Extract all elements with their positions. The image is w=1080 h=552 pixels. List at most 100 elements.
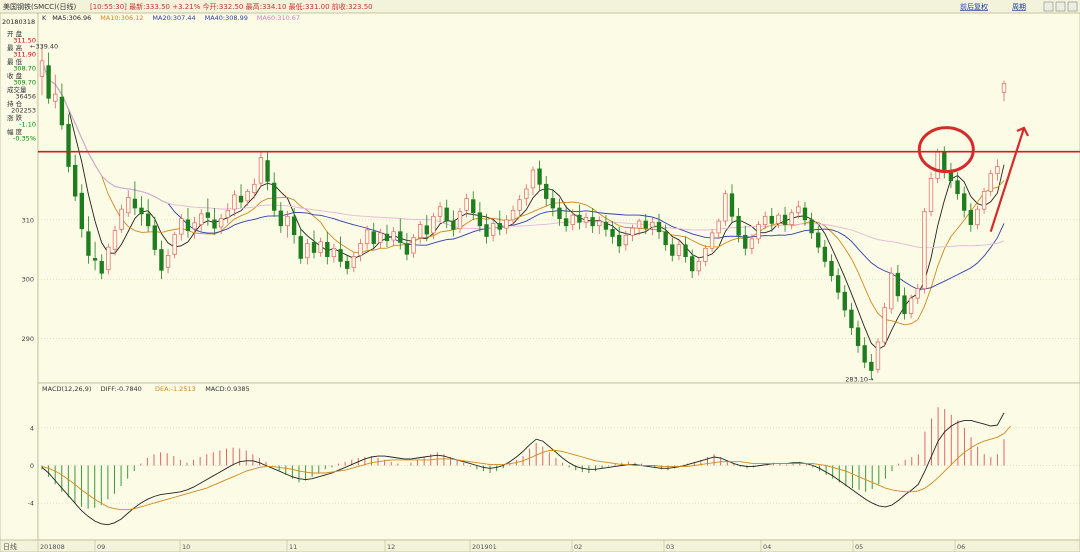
candle-body [842, 291, 847, 311]
candle-body [723, 193, 728, 222]
candle-body [351, 256, 356, 268]
candle-body [981, 191, 987, 210]
candle-body [72, 164, 78, 197]
candle-body [252, 183, 257, 193]
candle-body [285, 215, 290, 227]
candle-body [749, 238, 755, 249]
candle-body [358, 243, 363, 256]
candle-body [59, 96, 65, 126]
candle-body [218, 218, 224, 228]
candle-body [272, 182, 277, 211]
candle-body [232, 194, 237, 210]
candle-body [623, 234, 629, 246]
candle-body [550, 198, 556, 209]
candle-body [948, 172, 954, 182]
candle-body [756, 224, 761, 240]
candle-body [530, 169, 536, 189]
candle-body [417, 224, 423, 239]
candle-body [199, 213, 204, 225]
candle-body [192, 222, 197, 230]
candle-body [942, 151, 947, 173]
candle-body [305, 243, 310, 259]
candle-body [291, 216, 297, 236]
candle-body [318, 241, 323, 253]
ma-legend-item: MA60:310.67 [257, 14, 300, 22]
candle-body [152, 225, 157, 250]
candle-body [968, 210, 974, 225]
candle-body [364, 229, 370, 244]
close-icon[interactable] [1067, 1, 1078, 12]
price-panel [37, 12, 1080, 384]
candle-body [265, 160, 270, 182]
candle-body [729, 193, 735, 217]
y-tick-label: 290 [22, 335, 34, 343]
candle-body [935, 151, 940, 179]
candle-body [225, 210, 230, 218]
candle-body [709, 232, 715, 249]
candle-body [510, 210, 516, 221]
window-buttons: 前后复权 周期 [960, 1, 1078, 12]
candle-body [895, 272, 901, 297]
candle-body [391, 231, 396, 241]
high-label: ←339.40 [30, 42, 58, 50]
candle-body [696, 261, 701, 272]
candle-body [398, 231, 403, 243]
candle-body [822, 246, 828, 262]
candle-body [238, 195, 244, 203]
candle-body [922, 211, 927, 290]
candle-body [835, 275, 841, 293]
candle-body [464, 198, 469, 211]
candle-body [185, 219, 191, 231]
candle-body [311, 242, 317, 253]
candle-body [597, 220, 602, 227]
macd-legend-item: MACD:0.9385 [205, 385, 249, 393]
candle-body [490, 223, 496, 236]
candle-body [762, 215, 768, 225]
quote-line: [10:55:30] 最新:333.50 +3.21% 今开:332.50 最高… [90, 2, 373, 11]
candle-body [278, 210, 284, 227]
candle-body [53, 93, 58, 102]
x-tick-label: 05 [855, 543, 863, 551]
header-link[interactable]: 前后复权 [960, 2, 988, 11]
candle-body [670, 244, 675, 256]
restore-icon[interactable] [1055, 1, 1066, 12]
candle-body [862, 345, 867, 363]
candle-body [145, 213, 151, 227]
header-link[interactable]: 周期 [1012, 3, 1026, 11]
x-tick-label: 201808 [40, 543, 65, 551]
candle-body [524, 188, 529, 199]
ma-legend-item: MA5:306.96 [52, 14, 91, 22]
candle-body [99, 261, 104, 274]
candle-body [928, 177, 934, 212]
candle-body [557, 207, 562, 220]
x-axis-bar [0, 539, 1080, 552]
candle-body [444, 207, 449, 222]
candle-body [902, 295, 907, 314]
candle-body [298, 236, 303, 259]
candle-body [703, 247, 708, 262]
candle-body [384, 233, 390, 241]
x-tick-label: 09 [97, 543, 105, 551]
candle-body [172, 234, 177, 255]
minimize-icon[interactable] [1043, 1, 1054, 12]
macd-legend-item: DEA:-1.2513 [155, 385, 196, 393]
low-label: 283.10→ [845, 375, 874, 383]
candle-body [563, 218, 569, 227]
candle-body [46, 65, 51, 99]
candle-body [650, 221, 655, 228]
candle-body [1001, 83, 1007, 93]
macd-y-tick-label: 0 [30, 462, 34, 470]
ma-legend-item: MA10:306.12 [100, 14, 143, 22]
candle-body [258, 157, 264, 184]
candle-body [636, 220, 642, 229]
candle-body [497, 223, 502, 230]
candle-body [676, 244, 682, 256]
candle-body [583, 217, 589, 223]
candle-body [955, 180, 960, 195]
candle-body [451, 220, 456, 230]
candle-body [995, 166, 1000, 174]
candle-body [683, 244, 688, 257]
candle-body [855, 327, 861, 346]
info-value: -0.35% [13, 135, 36, 143]
candle-body [570, 214, 575, 225]
